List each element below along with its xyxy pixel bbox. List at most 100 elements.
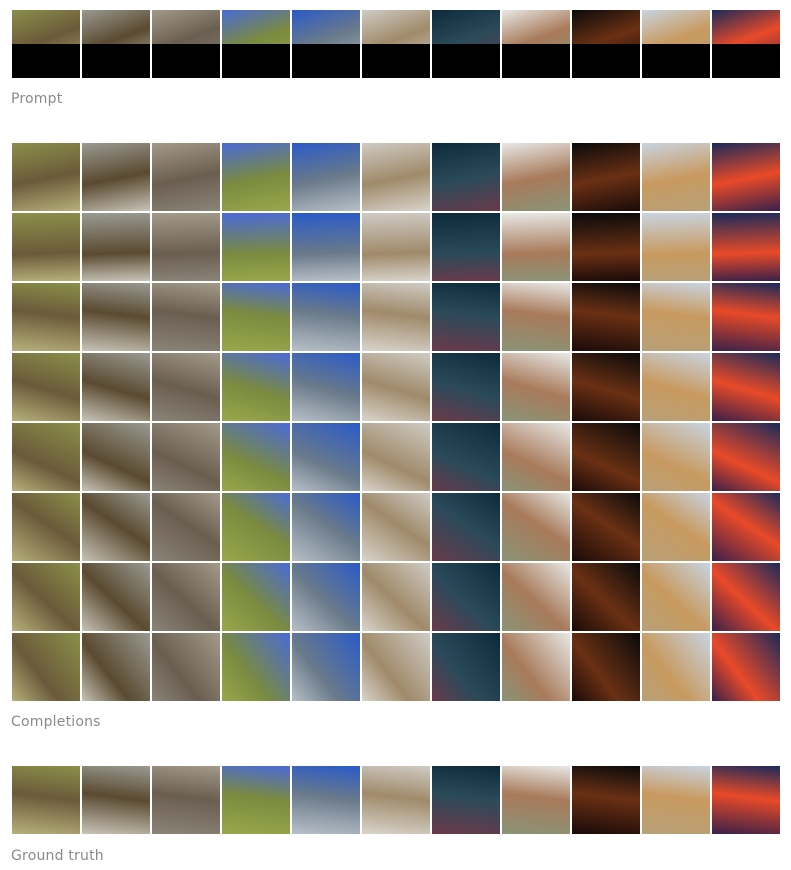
image-tile-arch (152, 563, 220, 631)
image-tile-couple-beach (292, 213, 360, 281)
image-tile-bird (12, 766, 80, 834)
image-tile-couple-beach (292, 353, 360, 421)
image-tile-red-coat (432, 633, 500, 701)
image-tile-red-coat (432, 143, 500, 211)
image-tile-dog-hat (82, 283, 150, 351)
image-tile-bird (12, 563, 80, 631)
image-tile-coyote (362, 766, 430, 834)
image-tile-building (502, 353, 570, 421)
masked-region (362, 44, 430, 78)
image-tile-tree (222, 143, 290, 211)
image-tile-cellist (572, 353, 640, 421)
image-tile-couple-beach (292, 10, 360, 78)
image-tile-red-coat (432, 423, 500, 491)
image-tile-building (502, 10, 570, 78)
masked-region (432, 44, 500, 78)
image-tile-fire (712, 563, 780, 631)
masked-region (222, 44, 290, 78)
ground-truth-label: Ground truth (11, 848, 104, 864)
image-tile-tree (222, 766, 290, 834)
image-tile-coyote (362, 213, 430, 281)
masked-region (712, 44, 780, 78)
image-tile-dog-hat (82, 10, 150, 78)
image-tile-couple-beach (292, 143, 360, 211)
image-tile-arch (152, 633, 220, 701)
image-tile-red-coat (432, 10, 500, 78)
image-tile-bird (12, 353, 80, 421)
image-tile-cellist (572, 563, 640, 631)
image-tile-arch (152, 353, 220, 421)
image-tile-tree (222, 283, 290, 351)
image-tile-coyote (362, 10, 430, 78)
image-tile-cellist (572, 423, 640, 491)
image-tile-building (502, 283, 570, 351)
completion-row (12, 563, 782, 631)
image-tile-tree (222, 423, 290, 491)
image-tile-tree (222, 633, 290, 701)
image-tile-bird (12, 633, 80, 701)
prompt-label: Prompt (11, 91, 63, 107)
prompt-row (12, 10, 782, 78)
masked-region (12, 44, 80, 78)
completion-row (12, 633, 782, 701)
image-tile-greyhound (642, 563, 710, 631)
image-tile-cellist (572, 633, 640, 701)
image-tile-red-coat (432, 493, 500, 561)
image-tile-arch (152, 213, 220, 281)
completions-label: Completions (11, 714, 101, 730)
image-tile-couple-beach (292, 493, 360, 561)
image-tile-red-coat (432, 766, 500, 834)
image-tile-couple-beach (292, 563, 360, 631)
image-tile-coyote (362, 283, 430, 351)
image-tile-greyhound (642, 353, 710, 421)
image-tile-building (502, 493, 570, 561)
image-tile-fire (712, 283, 780, 351)
masked-region (292, 44, 360, 78)
image-tile-building (502, 423, 570, 491)
image-tile-building (502, 633, 570, 701)
image-tile-coyote (362, 633, 430, 701)
image-tile-fire (712, 423, 780, 491)
masked-region (82, 44, 150, 78)
image-tile-arch (152, 766, 220, 834)
image-tile-dog-hat (82, 633, 150, 701)
completion-row (12, 283, 782, 351)
image-tile-tree (222, 10, 290, 78)
image-tile-red-coat (432, 213, 500, 281)
image-tile-cellist (572, 766, 640, 834)
image-tile-dog-hat (82, 766, 150, 834)
image-tile-fire (712, 633, 780, 701)
image-tile-couple-beach (292, 766, 360, 834)
image-tile-greyhound (642, 283, 710, 351)
completion-row (12, 353, 782, 421)
masked-region (642, 44, 710, 78)
image-tile-dog-hat (82, 213, 150, 281)
image-tile-bird (12, 10, 80, 78)
image-tile-bird (12, 283, 80, 351)
completion-row (12, 143, 782, 211)
image-tile-arch (152, 143, 220, 211)
image-tile-cellist (572, 10, 640, 78)
image-tile-bird (12, 493, 80, 561)
masked-region (502, 44, 570, 78)
image-tile-building (502, 766, 570, 834)
image-tile-building (502, 143, 570, 211)
image-tile-fire (712, 10, 780, 78)
image-tile-fire (712, 143, 780, 211)
image-tile-couple-beach (292, 633, 360, 701)
image-tile-fire (712, 213, 780, 281)
completions-grid (12, 143, 782, 703)
completion-row (12, 423, 782, 491)
image-tile-bird (12, 213, 80, 281)
completion-row (12, 213, 782, 281)
image-tile-tree (222, 353, 290, 421)
image-tile-arch (152, 10, 220, 78)
image-tile-tree (222, 213, 290, 281)
image-tile-greyhound (642, 423, 710, 491)
image-tile-bird (12, 423, 80, 491)
image-tile-greyhound (642, 633, 710, 701)
image-tile-bird (12, 143, 80, 211)
image-tile-greyhound (642, 143, 710, 211)
prompt-grid (12, 10, 782, 80)
image-tile-red-coat (432, 353, 500, 421)
